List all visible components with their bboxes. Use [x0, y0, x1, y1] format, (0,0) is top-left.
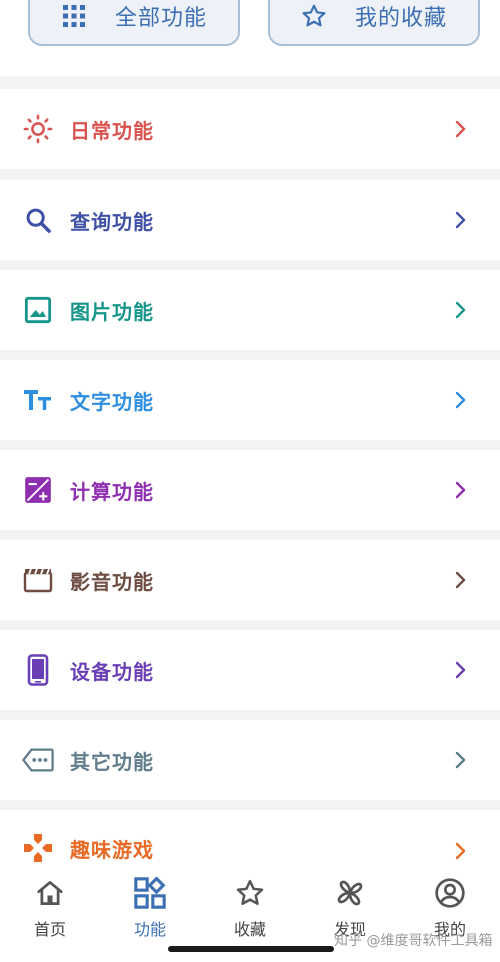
watermark: 知乎 @维度哥软件工具箱	[334, 933, 493, 949]
category-row-calculate[interactable]: 计算功能	[0, 450, 500, 530]
category-label: 影音功能	[70, 569, 154, 594]
category-row-text[interactable]: 文字功能	[0, 360, 500, 440]
all-functions-label: 全部功能	[114, 6, 207, 31]
grid-icon	[133, 876, 167, 910]
category-row-device[interactable]: 设备功能	[0, 630, 500, 710]
category-row-query[interactable]: 查询功能	[0, 180, 500, 260]
chevron-right-icon	[452, 751, 470, 769]
clapperboard-icon	[22, 564, 54, 596]
search-icon	[22, 204, 54, 236]
phone-icon	[22, 654, 54, 686]
category-label: 趣味游戏	[70, 838, 154, 862]
grid-dots-icon	[61, 3, 87, 29]
category-label: 图片功能	[70, 299, 154, 324]
category-label: 其它功能	[70, 749, 154, 774]
chevron-right-icon	[452, 842, 470, 860]
category-label: 文字功能	[70, 389, 154, 414]
tag-dots-icon	[22, 744, 54, 776]
user-icon	[433, 876, 467, 910]
pinwheel-icon	[333, 876, 367, 910]
category-label: 计算功能	[70, 479, 154, 504]
tab-label: 收藏	[233, 920, 266, 939]
category-label: 日常功能	[70, 118, 154, 143]
image-icon	[22, 294, 54, 326]
calculator-icon	[22, 474, 54, 506]
chevron-right-icon	[452, 120, 470, 138]
gamepad-icon	[22, 832, 54, 864]
chevron-right-icon	[452, 661, 470, 679]
chevron-right-icon	[452, 481, 470, 499]
chevron-right-icon	[452, 301, 470, 319]
category-row-daily[interactable]: 日常功能	[0, 89, 500, 169]
my-favorites-button[interactable]: 我的收藏	[268, 0, 480, 46]
text-icon	[22, 384, 54, 416]
tab-label: 首页	[33, 920, 66, 939]
chevron-right-icon	[452, 391, 470, 409]
chevron-right-icon	[452, 571, 470, 589]
category-label: 查询功能	[70, 209, 154, 234]
sun-icon	[22, 113, 54, 145]
star-icon	[233, 876, 267, 910]
tab-home[interactable]: 首页	[0, 876, 100, 946]
home-icon	[33, 876, 67, 910]
all-functions-button[interactable]: 全部功能	[28, 0, 240, 46]
tab-functions[interactable]: 功能	[100, 876, 200, 946]
category-row-other[interactable]: 其它功能	[0, 720, 500, 800]
category-row-media[interactable]: 影音功能	[0, 540, 500, 620]
top-button-area: 全部功能 我的收藏	[0, 0, 500, 76]
tab-favorites[interactable]: 收藏	[200, 876, 300, 946]
tab-label: 功能	[133, 920, 166, 939]
chevron-right-icon	[452, 211, 470, 229]
home-indicator	[168, 946, 334, 952]
category-label: 设备功能	[70, 659, 154, 684]
my-favorites-label: 我的收藏	[354, 6, 447, 31]
category-row-image[interactable]: 图片功能	[0, 270, 500, 350]
star-icon	[301, 3, 327, 29]
